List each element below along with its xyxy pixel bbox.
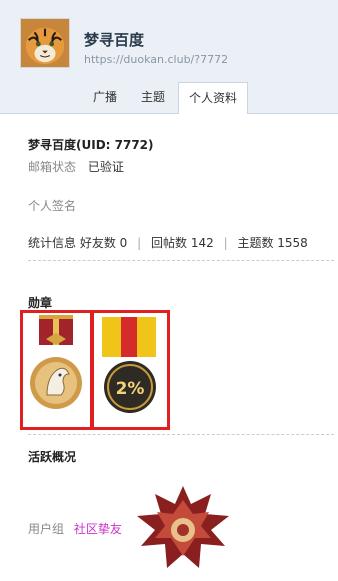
twenty-percent-medal-icon: 2% <box>102 317 156 413</box>
replies-count[interactable]: 回帖数 142 <box>151 236 214 250</box>
rank-emblem-icon <box>128 478 238 578</box>
medal-horse[interactable] <box>20 310 93 430</box>
usergroup-line: 用户组 社区挚友 <box>28 520 122 537</box>
name-uid-line: 梦寻百度(UID: 7772) <box>28 136 154 153</box>
separator: | <box>137 236 142 250</box>
usergroup-link[interactable]: 社区挚友 <box>74 522 122 536</box>
signature-label: 个人签名 <box>28 199 77 213</box>
profile-url[interactable]: https://duokan.club/?7772 <box>84 53 228 66</box>
tab-profile[interactable]: 个人资料 <box>178 82 248 114</box>
divider <box>28 434 334 435</box>
usergroup-label: 用户组 <box>28 522 65 536</box>
email-status-line: 邮箱状态 已验证 <box>28 158 124 175</box>
username: 梦寻百度 <box>84 31 145 49</box>
tab-broadcast[interactable]: 广播 <box>80 82 130 113</box>
email-value: 已验证 <box>87 160 124 174</box>
tiger-icon <box>21 19 69 67</box>
tab-threads[interactable]: 主题 <box>130 82 176 113</box>
medal-twenty-percent[interactable]: 2% <box>91 310 170 430</box>
friends-count[interactable]: 好友数 0 <box>80 236 127 250</box>
svg-text:2%: 2% <box>116 379 145 399</box>
email-label: 邮箱状态 <box>28 160 77 174</box>
horse-medal-icon <box>30 315 82 409</box>
tiger-avatar[interactable] <box>20 18 70 68</box>
stats-label: 统计信息 <box>28 236 77 250</box>
separator: | <box>223 236 228 250</box>
activity-heading: 活跃概况 <box>28 450 77 464</box>
divider <box>28 260 334 261</box>
threads-count[interactable]: 主题数 1558 <box>237 236 307 250</box>
medals-heading: 勋章 <box>28 296 53 310</box>
name-uid: 梦寻百度(UID: 7772) <box>28 138 154 152</box>
stats-line: 统计信息 好友数 0 | 回帖数 142 | 主题数 1558 <box>28 234 308 251</box>
profile-header: 梦寻百度 https://duokan.club/?7772 广播 主题 个人资… <box>0 0 338 114</box>
